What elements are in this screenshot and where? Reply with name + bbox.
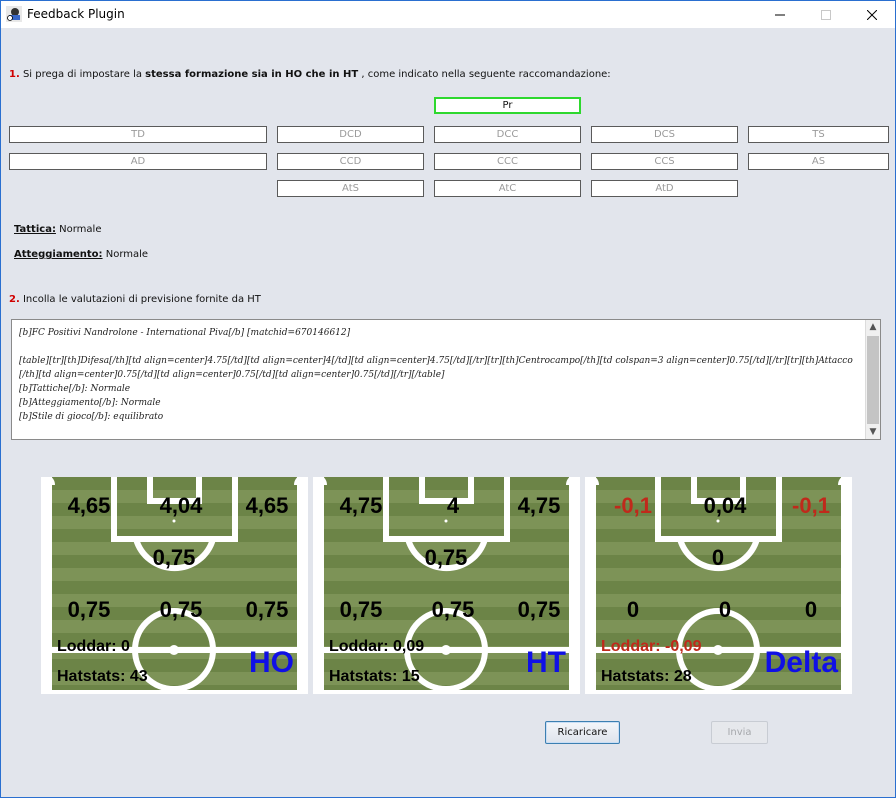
field-delta: -0,1 0,04 -0,1 0 0 0 0 Loddar: -0,09 Hatstats: 2… [585,477,852,694]
rating-defense-central: 0,04 [703,493,747,518]
close-icon [867,9,877,20]
position-ccd: CCD [277,153,424,170]
position-keeper: Pr [434,97,581,114]
position-ats: AtS [277,180,424,197]
tactic-row: Tattica: Normale [14,224,101,235]
hatstats-stat: Hatstats: 43 [57,668,148,685]
step-2-instruction: 2. Incolla le valutazioni di previsione … [9,294,261,305]
attitude-row: Atteggiamento: Normale [14,249,148,260]
field-ht: 4,75 4 4,75 0,75 0,75 0,75 0,75 Loddar: 0,09 Hat… [313,477,580,694]
rating-defense-left: -0,1 [792,493,830,518]
main-content: 1. Si prega di impostare la stessa forma… [1,28,895,797]
position-atd: AtD [591,180,738,197]
rating-midfield: 0,75 [152,545,196,570]
position-ad: AD [9,153,267,170]
rating-attack-right: 0,75 [67,597,111,622]
attitude-label: Atteggiamento: [14,249,103,260]
close-button[interactable] [849,1,895,28]
step-1-number: 1. [9,69,20,80]
rating-defense-right: 4,65 [67,493,111,518]
maximize-icon [821,9,831,20]
title-bar: Feedback Plugin [1,1,895,28]
rating-defense-central: 4 [446,493,460,518]
rating-defense-left: 4,65 [245,493,289,518]
step-1-post: , come indicato nella seguente raccomand… [361,69,611,80]
minimize-icon [775,14,785,15]
window-title: Feedback Plugin [27,7,125,21]
tactic-value: Normale [59,224,102,235]
position-as: AS [748,153,889,170]
ht-ratings-textarea[interactable]: [b]FC Positivi Nandrolone - Internationa… [11,319,881,440]
feedback-plugin-window: Feedback Plugin 1. Si prega di impostare… [0,0,896,798]
scroll-down-icon[interactable]: ▼ [866,425,880,439]
loddar-stat: Loddar: 0,09 [329,638,425,655]
rating-attack-left: 0,75 [517,597,561,622]
field-title: HT [526,646,566,679]
scroll-thumb[interactable] [867,336,879,424]
position-atc: AtC [434,180,581,197]
rating-midfield: 0,75 [424,545,468,570]
app-icon [6,6,22,22]
rating-attack-central: 0 [718,597,732,622]
field-ho: 4,65 4,04 4,65 0,75 0,75 0,75 0,75 Loddar: 0 Hat… [41,477,308,694]
step-2-text: Incolla le valutazioni di previsione for… [22,294,261,305]
rating-attack-right: 0,75 [339,597,383,622]
field-title: HO [249,646,294,679]
position-ccs: CCS [591,153,738,170]
ht-ratings-text[interactable]: [b]FC Positivi Nandrolone - Internationa… [19,326,859,424]
rating-defense-right: -0,1 [614,493,652,518]
rating-attack-left: 0,75 [245,597,289,622]
loddar-stat: Loddar: -0,09 [601,638,702,655]
position-td: TD [9,126,267,143]
step-2-number: 2. [9,294,20,305]
rating-defense-right: 4,75 [339,493,383,518]
rating-attack-right: 0 [626,597,640,622]
position-dcd: DCD [277,126,424,143]
step-1-bold: stessa formazione sia in HO che in HT [145,69,359,80]
loddar-stat: Loddar: 0 [57,638,130,655]
minimize-button[interactable] [757,1,803,28]
step-1-pre: Si prega di impostare la [22,69,142,80]
position-dcc: DCC [434,126,581,143]
hatstats-stat: Hatstats: 28 [601,668,692,685]
textarea-scrollbar[interactable]: ▲ ▼ [865,320,880,439]
rating-midfield: 0 [711,545,725,570]
attitude-value: Normale [105,249,149,260]
reload-button[interactable]: Ricaricare [545,721,620,744]
position-dcs: DCS [591,126,738,143]
send-button[interactable]: Invia [711,721,768,744]
scroll-up-icon[interactable]: ▲ [866,320,880,334]
hatstats-stat: Hatstats: 15 [329,668,420,685]
step-1-instruction: 1. Si prega di impostare la stessa forma… [9,69,611,80]
position-ts: TS [748,126,889,143]
rating-defense-left: 4,75 [517,493,561,518]
rating-attack-central: 0,75 [431,597,475,622]
rating-defense-central: 4,04 [159,493,203,518]
maximize-button[interactable] [803,1,849,28]
field-title: Delta [764,646,838,679]
position-ccc: CCC [434,153,581,170]
rating-attack-central: 0,75 [159,597,203,622]
rating-attack-left: 0 [804,597,818,622]
tactic-label: Tattica: [14,224,56,235]
